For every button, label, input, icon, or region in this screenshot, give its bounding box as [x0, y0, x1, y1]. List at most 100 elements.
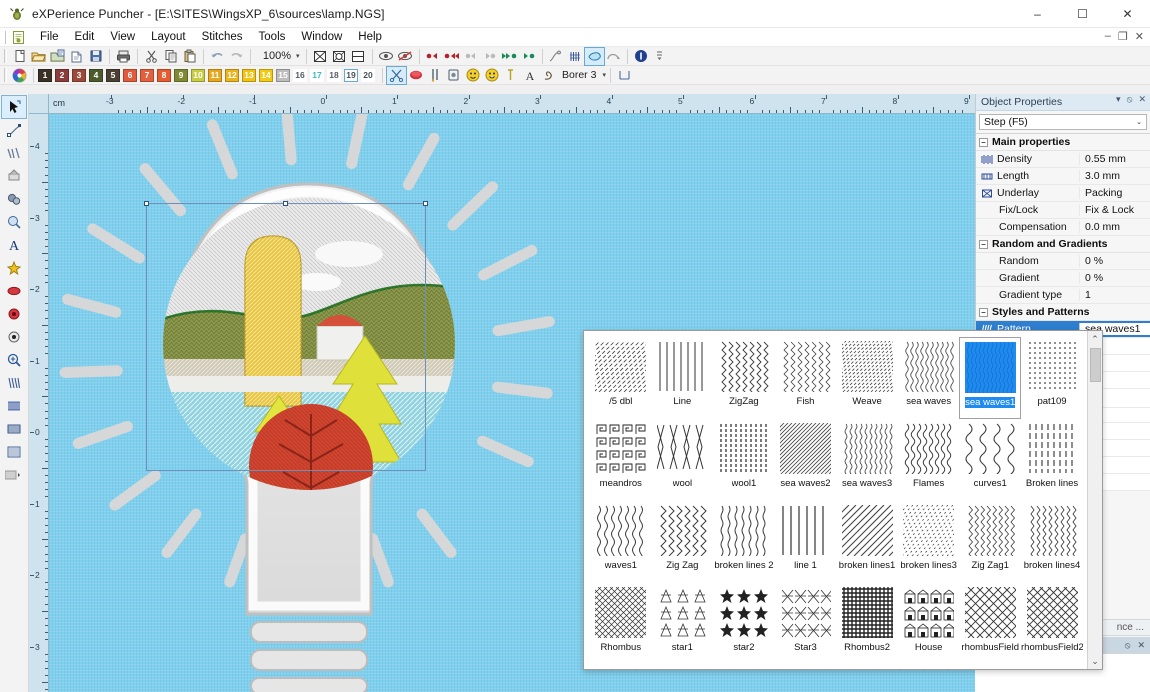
chevron-down-icon[interactable]: ▾ — [296, 52, 300, 60]
prev-stitch-button[interactable] — [462, 48, 481, 65]
pattern-item[interactable]: broken lines1 — [836, 501, 898, 583]
cut-button[interactable] — [142, 48, 161, 65]
panel-pin-icon[interactable]: ⦸ — [1127, 94, 1133, 105]
property-row[interactable]: Gradient0 % — [976, 270, 1150, 287]
menu-grip[interactable] — [4, 31, 9, 44]
pattern-item[interactable]: curves1 — [959, 419, 1021, 501]
mdi-close-button[interactable]: ✕ — [1135, 30, 1144, 43]
maximize-button[interactable]: ☐ — [1060, 0, 1105, 28]
panel-close-icon[interactable]: ✕ — [1138, 94, 1146, 105]
mdi-restore-button[interactable]: ❐ — [1118, 30, 1128, 43]
knot-tool-button[interactable] — [539, 67, 558, 84]
scroll-thumb[interactable] — [1090, 348, 1101, 382]
property-value[interactable]: Fix & Lock — [1079, 204, 1150, 216]
property-row[interactable]: Gradient type1 — [976, 287, 1150, 304]
pattern-item[interactable]: broken lines 2 — [713, 501, 775, 583]
object-type-selector[interactable]: Step (F5) ⌄ — [979, 114, 1147, 130]
pattern-item[interactable]: rhombusField2 — [1021, 583, 1083, 665]
property-row[interactable]: Fix/LockFix & Lock — [976, 202, 1150, 219]
secondary-panel-pin-icon[interactable]: ⦸ — [1125, 640, 1131, 651]
menu-edit[interactable]: Edit — [67, 28, 103, 46]
pattern-item[interactable]: wool — [652, 419, 714, 501]
secondary-panel-close-icon[interactable]: ✕ — [1137, 640, 1145, 651]
step-stitch-tool-button[interactable] — [2, 372, 26, 394]
thread-color-19[interactable]: 19 — [344, 69, 358, 82]
property-value[interactable]: 0.55 mm — [1079, 153, 1150, 165]
thread-color-8[interactable]: 8 — [157, 69, 171, 82]
thread-color-7[interactable]: 7 — [140, 69, 154, 82]
magic-wand-tool-button[interactable] — [2, 142, 26, 164]
stop-tool-button[interactable] — [406, 67, 425, 84]
property-row[interactable]: UnderlayPacking — [976, 185, 1150, 202]
paste-button[interactable] — [180, 48, 199, 65]
pattern-item[interactable]: Flames — [898, 419, 960, 501]
hide-stitches-button[interactable] — [396, 48, 415, 65]
close-button[interactable]: ✕ — [1105, 0, 1150, 28]
toolbar-grip[interactable] — [4, 49, 7, 63]
new-file-button[interactable] — [10, 48, 29, 65]
mdi-minimize-button[interactable]: – — [1105, 30, 1111, 43]
property-row[interactable]: Random0 % — [976, 253, 1150, 270]
open-file-button[interactable] — [29, 48, 48, 65]
info-button[interactable] — [632, 48, 651, 65]
zoom-level-combo[interactable]: 100% ▾ — [255, 48, 302, 64]
lettering-tool-button[interactable]: A — [520, 67, 539, 84]
pattern-item[interactable]: pat109 — [1021, 337, 1083, 419]
satin-stitch-tool-button[interactable] — [2, 395, 26, 417]
applique2-tool-button[interactable] — [482, 67, 501, 84]
property-row[interactable]: Compensation0.0 mm — [976, 219, 1150, 236]
property-value[interactable]: 3.0 mm — [1079, 170, 1150, 182]
star-tool-button[interactable] — [2, 257, 26, 279]
hoop-tool-button[interactable] — [615, 67, 634, 84]
pattern-item[interactable]: meandros — [590, 419, 652, 501]
pattern-item[interactable]: Fish — [775, 337, 837, 419]
scroll-up-icon[interactable]: ⌃ — [1091, 332, 1099, 346]
group-expander-icon[interactable]: – — [979, 240, 988, 249]
group-expander-icon[interactable]: – — [979, 138, 988, 147]
scroll-down-icon[interactable]: ⌄ — [1091, 654, 1099, 668]
selection-bounds[interactable] — [146, 203, 426, 471]
menu-help[interactable]: Help — [350, 28, 390, 46]
circle-tool-button[interactable] — [2, 303, 26, 325]
fit-selection-button[interactable] — [330, 48, 349, 65]
pattern-item[interactable]: Line — [652, 337, 714, 419]
prev-color-button[interactable] — [424, 48, 443, 65]
applique-tool-button[interactable] — [463, 67, 482, 84]
ellipse-tool-button[interactable] — [2, 280, 26, 302]
pattern-item[interactable]: waves1 — [590, 501, 652, 583]
comb-tool-button[interactable] — [566, 48, 585, 65]
more-tools-button[interactable] — [2, 464, 26, 486]
toolbar-grip[interactable] — [4, 68, 7, 82]
thread-color-14[interactable]: 14 — [259, 69, 273, 82]
panel-menu-icon[interactable]: ▾ — [1116, 94, 1121, 105]
clone-tool-button[interactable] — [2, 188, 26, 210]
prev-block-button[interactable] — [443, 48, 462, 65]
pattern-scrollbar[interactable]: ⌃ ⌄ — [1087, 331, 1102, 669]
thread-color-2[interactable]: 2 — [55, 69, 69, 82]
pattern-item[interactable]: Rhombus2 — [836, 583, 898, 665]
thread-color-3[interactable]: 3 — [72, 69, 86, 82]
property-value[interactable]: 0.0 mm — [1079, 221, 1150, 233]
undo-button[interactable] — [208, 48, 227, 65]
pattern-stitch-tool-button[interactable] — [2, 441, 26, 463]
thread-color-15[interactable]: 15 — [276, 69, 290, 82]
thread-color-18[interactable]: 18 — [327, 69, 341, 82]
next-block-button[interactable] — [500, 48, 519, 65]
node-edit-tool-button[interactable] — [2, 119, 26, 141]
minimize-button[interactable]: – — [1015, 0, 1060, 28]
thread-color-13[interactable]: 13 — [242, 69, 256, 82]
pattern-item[interactable]: Zig Zag1 — [959, 501, 1021, 583]
group-expander-icon[interactable]: – — [979, 308, 988, 317]
text-tool-button[interactable]: A — [2, 234, 26, 256]
menu-view[interactable]: View — [102, 28, 143, 46]
cut-thread-tool-button[interactable] — [387, 67, 406, 84]
rotate-tool-button[interactable] — [604, 48, 623, 65]
property-group-header[interactable]: –Styles and Patterns — [976, 304, 1150, 321]
thread-color-16[interactable]: 16 — [293, 69, 307, 82]
save-file-button[interactable] — [86, 48, 105, 65]
pattern-picker-popup[interactable]: /5 dblLineZigZagFishWeavesea wavessea wa… — [583, 330, 1103, 670]
pattern-item[interactable]: sea waves1 — [959, 337, 1021, 419]
fit-width-button[interactable] — [349, 48, 368, 65]
menu-file[interactable]: File — [32, 28, 67, 46]
pattern-item[interactable]: sea waves2 — [775, 419, 837, 501]
